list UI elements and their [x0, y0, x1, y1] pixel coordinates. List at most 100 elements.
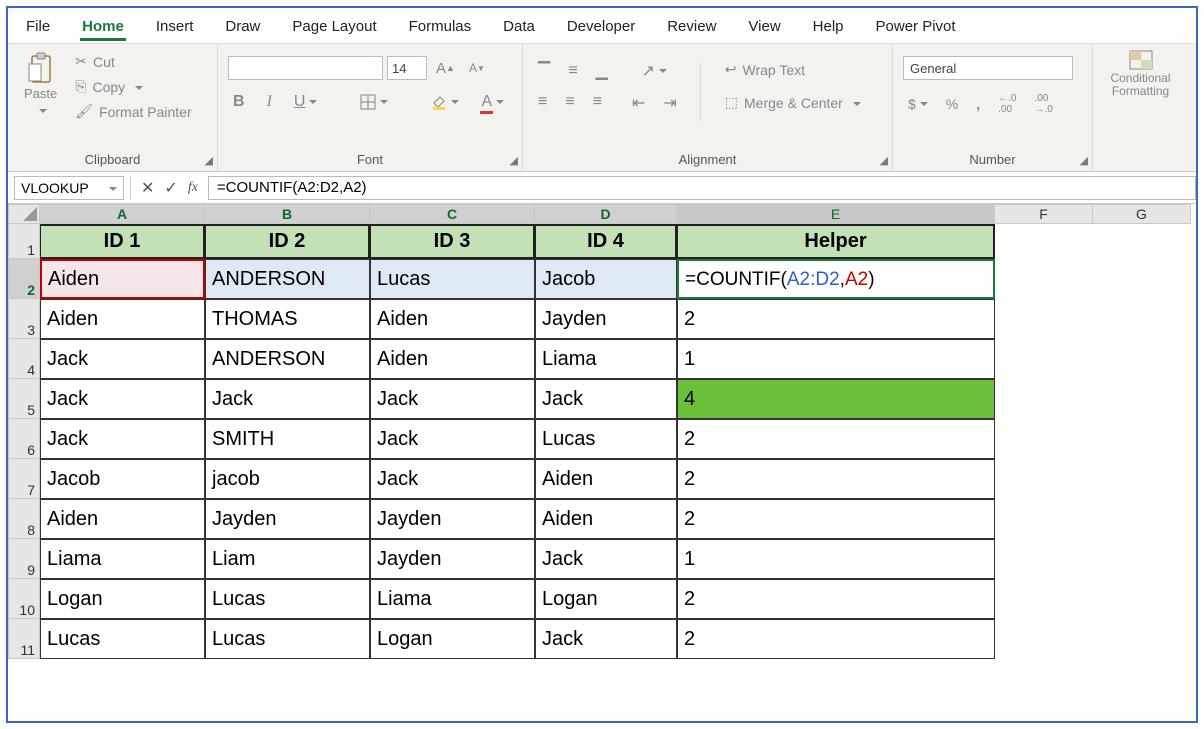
font-family-input[interactable]: [228, 56, 383, 80]
dialog-launcher-icon[interactable]: ◢: [510, 154, 518, 167]
copy-button[interactable]: ⎘ Copy: [69, 75, 197, 98]
align-top-icon[interactable]: ▔: [533, 58, 555, 84]
align-bottom-icon[interactable]: ▁: [591, 58, 613, 84]
cell-B3[interactable]: THOMAS: [205, 299, 370, 339]
borders-button[interactable]: [355, 91, 393, 113]
align-middle-icon[interactable]: ≡: [563, 58, 582, 84]
header-cell[interactable]: ID 3: [370, 224, 535, 259]
row-header-4[interactable]: 4: [8, 339, 40, 379]
cell-B4[interactable]: ANDERSON: [205, 339, 370, 379]
cell-C7[interactable]: Jack: [370, 459, 535, 499]
cell-B7[interactable]: jacob: [205, 459, 370, 499]
paste-button[interactable]: Paste: [18, 50, 63, 120]
cell-E11[interactable]: 2: [677, 619, 995, 659]
dialog-launcher-icon[interactable]: ◢: [880, 154, 888, 167]
cell-D11[interactable]: Jack: [535, 619, 677, 659]
name-box[interactable]: VLOOKUP: [14, 176, 124, 200]
col-header-D[interactable]: D: [535, 204, 677, 224]
cell-A5[interactable]: Jack: [40, 379, 205, 419]
align-center-icon[interactable]: ≡: [560, 90, 579, 114]
row-header-5[interactable]: 5: [8, 379, 40, 419]
cell-A4[interactable]: Jack: [40, 339, 205, 379]
header-cell[interactable]: ID 2: [205, 224, 370, 259]
col-header-E[interactable]: E: [677, 204, 995, 224]
menu-help[interactable]: Help: [797, 12, 860, 43]
fill-color-button[interactable]: [426, 91, 464, 113]
menu-developer[interactable]: Developer: [551, 12, 651, 43]
cell-A11[interactable]: Lucas: [40, 619, 205, 659]
orientation-button[interactable]: ↗: [627, 58, 682, 84]
row-header-10[interactable]: 10: [8, 579, 40, 619]
row-header-8[interactable]: 8: [8, 499, 40, 539]
cell-E4[interactable]: 1: [677, 339, 995, 379]
enter-formula-icon[interactable]: ✓: [164, 178, 177, 198]
header-cell[interactable]: ID 1: [40, 224, 205, 259]
decrease-decimal-icon[interactable]: .00→.0: [1029, 90, 1057, 118]
cell-E3[interactable]: 2: [677, 299, 995, 339]
cell-C5[interactable]: Jack: [370, 379, 535, 419]
cut-button[interactable]: ✂ Cut: [69, 50, 197, 73]
percent-button[interactable]: %: [941, 93, 963, 115]
cell-E8[interactable]: 2: [677, 499, 995, 539]
cell-B2[interactable]: ANDERSON: [205, 259, 370, 299]
increase-indent-icon[interactable]: ⇥: [658, 90, 681, 116]
cell-A2[interactable]: Aiden: [40, 259, 205, 299]
cell-A9[interactable]: Liama: [40, 539, 205, 579]
cell-A8[interactable]: Aiden: [40, 499, 205, 539]
italic-button[interactable]: I: [262, 90, 277, 114]
cell-C8[interactable]: Jayden: [370, 499, 535, 539]
font-size-input[interactable]: [387, 56, 427, 80]
align-left-icon[interactable]: ≡: [533, 90, 552, 114]
bold-button[interactable]: B: [228, 90, 250, 114]
format-painter-button[interactable]: 🖌 Format Painter: [69, 100, 197, 123]
cell-D5[interactable]: Jack: [535, 379, 677, 419]
cell-A3[interactable]: Aiden: [40, 299, 205, 339]
cell-B10[interactable]: Lucas: [205, 579, 370, 619]
menu-file[interactable]: File: [10, 12, 66, 43]
cell-D2[interactable]: Jacob: [535, 259, 677, 299]
underline-button[interactable]: U: [289, 90, 323, 114]
menu-home[interactable]: Home: [66, 12, 140, 43]
cell-E7[interactable]: 2: [677, 459, 995, 499]
comma-button[interactable]: ,: [971, 93, 985, 115]
cell-D6[interactable]: Lucas: [535, 419, 677, 459]
align-right-icon[interactable]: ≡: [588, 90, 607, 114]
cell-D4[interactable]: Liama: [535, 339, 677, 379]
wrap-text-button[interactable]: ↩ Wrap Text: [719, 58, 867, 81]
col-header-G[interactable]: G: [1093, 204, 1191, 224]
merge-center-button[interactable]: ⬚ Merge & Center: [719, 91, 867, 114]
cell-C9[interactable]: Jayden: [370, 539, 535, 579]
row-header-1[interactable]: 1: [8, 224, 40, 259]
cell-D8[interactable]: Aiden: [535, 499, 677, 539]
col-header-B[interactable]: B: [205, 204, 370, 224]
cell-D3[interactable]: Jayden: [535, 299, 677, 339]
cell-B9[interactable]: Liam: [205, 539, 370, 579]
increase-decimal-icon[interactable]: ←.0.00: [993, 90, 1021, 118]
currency-button[interactable]: $: [903, 93, 933, 115]
cell-B5[interactable]: Jack: [205, 379, 370, 419]
cell-A10[interactable]: Logan: [40, 579, 205, 619]
increase-font-icon[interactable]: A▲: [431, 57, 460, 80]
cell-E10[interactable]: 2: [677, 579, 995, 619]
cell-D9[interactable]: Jack: [535, 539, 677, 579]
col-header-A[interactable]: A: [40, 204, 205, 224]
row-header-3[interactable]: 3: [8, 299, 40, 339]
cell-E2[interactable]: =COUNTIF(A2:D2,A2): [677, 259, 995, 299]
dialog-launcher-icon[interactable]: ◢: [205, 154, 213, 167]
cell-B6[interactable]: SMITH: [205, 419, 370, 459]
menu-insert[interactable]: Insert: [140, 12, 210, 43]
cell-A6[interactable]: Jack: [40, 419, 205, 459]
cell-D7[interactable]: Aiden: [535, 459, 677, 499]
number-format-input[interactable]: [903, 56, 1073, 80]
menu-page-layout[interactable]: Page Layout: [276, 12, 392, 43]
row-header-2[interactable]: 2: [8, 259, 40, 299]
menu-data[interactable]: Data: [487, 12, 551, 43]
header-cell[interactable]: ID 4: [535, 224, 677, 259]
row-header-11[interactable]: 11: [8, 619, 40, 659]
cell-C10[interactable]: Liama: [370, 579, 535, 619]
dialog-launcher-icon[interactable]: ◢: [1080, 154, 1088, 167]
cell-E9[interactable]: 1: [677, 539, 995, 579]
row-header-9[interactable]: 9: [8, 539, 40, 579]
cancel-formula-icon[interactable]: ✕: [141, 178, 154, 198]
menu-draw[interactable]: Draw: [209, 12, 276, 43]
